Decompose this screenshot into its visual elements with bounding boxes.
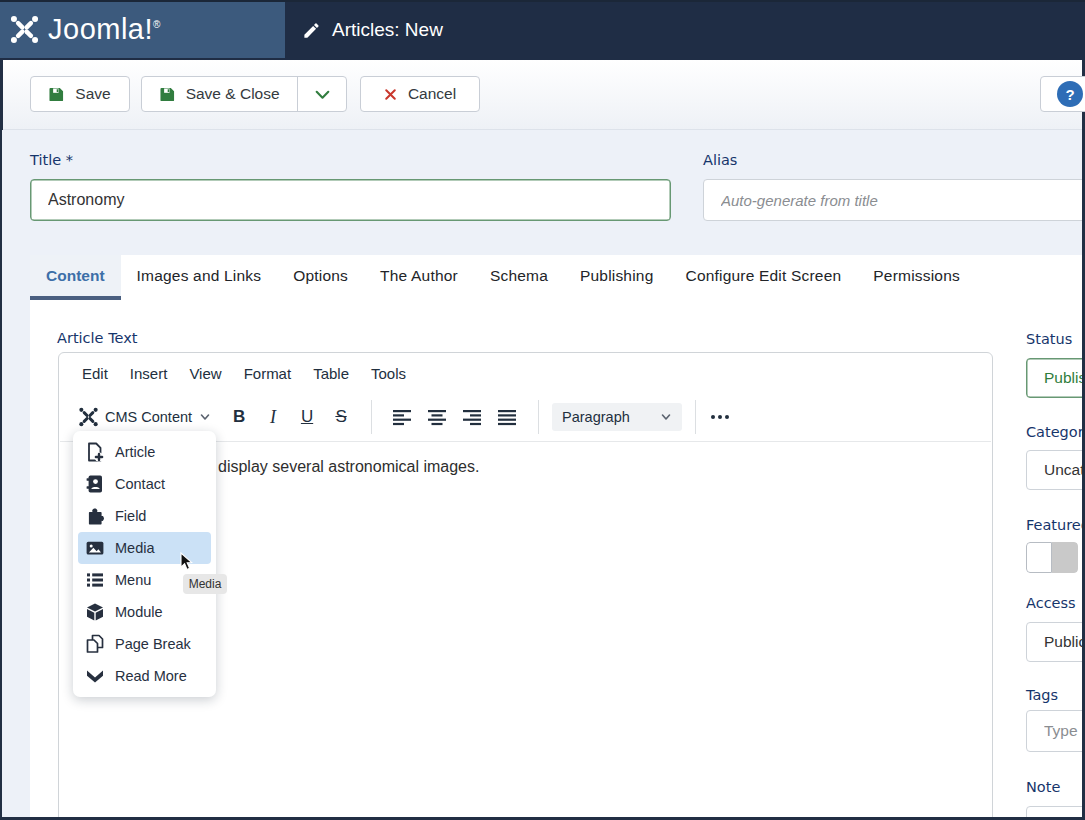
window-frame-top	[0, 0, 1085, 2]
tab-schema[interactable]: Schema	[474, 255, 564, 296]
align-justify-icon[interactable]	[490, 409, 525, 426]
page-title-wrap: Articles: New	[302, 0, 443, 60]
tab-bar: Content Images and Links Options The Aut…	[30, 255, 976, 296]
menu-table[interactable]: Table	[311, 363, 351, 384]
toolbar-separator	[538, 400, 539, 434]
menu-item-article[interactable]: Article	[78, 436, 211, 468]
save-button[interactable]: Save	[30, 76, 130, 112]
category-select[interactable]: Uncategorised	[1026, 450, 1085, 490]
page-title: Articles: New	[332, 19, 443, 41]
chevron-down-icon	[313, 85, 332, 104]
menu-item-module[interactable]: Module	[78, 596, 211, 628]
tags-label: Tags	[1026, 687, 1058, 703]
tab-content[interactable]: Content	[30, 255, 121, 296]
title-label: Title *	[30, 152, 73, 168]
cancel-button[interactable]: Cancel	[360, 76, 480, 112]
article-icon	[84, 442, 106, 462]
tab-options[interactable]: Options	[277, 255, 364, 296]
menu-view[interactable]: View	[187, 363, 223, 384]
editor-menubar: Edit Insert View Format Table Tools	[59, 353, 426, 393]
access-label: Access	[1026, 595, 1076, 611]
save-button-label: Save	[75, 85, 110, 103]
window-frame-left	[0, 130, 2, 820]
toggle-knob	[1026, 542, 1052, 573]
brand-wordmark: Joomla!®	[48, 13, 161, 46]
status-select[interactable]: Published	[1026, 358, 1085, 398]
page-break-icon	[84, 634, 106, 654]
toggle-track	[1052, 542, 1078, 573]
article-text-label: Article Text	[57, 330, 137, 346]
toolbar-separator	[695, 400, 696, 434]
tab-publishing[interactable]: Publishing	[564, 255, 670, 296]
note-label: Note	[1026, 779, 1060, 795]
alias-input[interactable]	[703, 179, 1085, 221]
menu-insert[interactable]: Insert	[128, 363, 170, 384]
contact-icon	[84, 474, 106, 494]
logo-block[interactable]: Joomla!®	[0, 0, 285, 58]
italic-button[interactable]: I	[256, 407, 290, 428]
joomla-icon	[78, 405, 99, 429]
menu-tools[interactable]: Tools	[369, 363, 408, 384]
access-select[interactable]: Public	[1026, 622, 1085, 662]
menu-item-read-more[interactable]: Read More	[78, 660, 211, 692]
chevron-down-icon	[199, 411, 211, 423]
menu-item-contact[interactable]: Contact	[78, 468, 211, 500]
media-tooltip: Media	[183, 574, 227, 594]
save-close-icon	[160, 87, 175, 102]
strikethrough-button[interactable]: S	[324, 407, 358, 427]
align-center-icon[interactable]	[420, 409, 455, 426]
toolbar-separator	[371, 400, 372, 434]
menu-format[interactable]: Format	[242, 363, 294, 384]
alias-label: Alias	[703, 152, 737, 168]
cms-content-button[interactable]: CMS Content	[78, 405, 211, 429]
more-toolbar-icon[interactable]	[711, 415, 729, 419]
align-right-icon[interactable]	[455, 409, 490, 426]
save-icon	[49, 87, 64, 102]
category-label: Category	[1026, 424, 1085, 440]
featured-label: Featured	[1026, 517, 1085, 533]
tab-the-author[interactable]: The Author	[364, 255, 474, 296]
underline-button[interactable]: U	[290, 407, 324, 427]
tab-permissions[interactable]: Permissions	[857, 255, 976, 296]
cancel-x-icon	[384, 88, 397, 101]
title-input[interactable]	[30, 179, 671, 221]
cms-content-dropdown: Article Contact Field Media Menu	[73, 431, 216, 697]
save-options-dropdown-toggle[interactable]	[297, 77, 346, 111]
menu-icon	[84, 570, 106, 590]
save-close-button-group: Save & Close	[141, 76, 347, 112]
save-close-button-label: Save & Close	[186, 85, 280, 103]
cancel-button-label: Cancel	[408, 85, 456, 103]
chevron-down-icon	[660, 411, 672, 423]
joomla-admin-page: Joomla!® Articles: New Save Save & Close	[0, 0, 1085, 820]
status-label: Status	[1026, 331, 1072, 347]
field-icon	[84, 506, 106, 526]
align-left-icon[interactable]	[385, 409, 420, 426]
read-more-icon	[84, 666, 106, 686]
tab-configure-edit-screen[interactable]: Configure Edit Screen	[669, 255, 857, 296]
media-icon	[84, 538, 106, 558]
module-icon	[84, 602, 106, 622]
help-button[interactable]: ?	[1040, 76, 1085, 112]
paragraph-select[interactable]: Paragraph	[552, 403, 682, 431]
window-frame-left	[0, 60, 3, 130]
tags-input[interactable]	[1026, 710, 1085, 752]
action-toolbar: Save Save & Close Cancel ?	[0, 60, 1085, 130]
menu-item-field[interactable]: Field	[78, 500, 211, 532]
tab-images-and-links[interactable]: Images and Links	[121, 255, 278, 296]
active-tab-underline	[30, 296, 121, 300]
featured-toggle[interactable]	[1026, 542, 1078, 573]
bold-button[interactable]: B	[222, 407, 256, 427]
menu-item-page-break[interactable]: Page Break	[78, 628, 211, 660]
menu-edit[interactable]: Edit	[80, 363, 110, 384]
app-header: Joomla!® Articles: New	[0, 0, 1085, 60]
joomla-logo-icon	[9, 14, 40, 45]
editor-content-text[interactable]: display several astronomical images.	[218, 458, 479, 476]
pencil-icon	[302, 21, 321, 40]
help-icon: ?	[1057, 81, 1083, 107]
mouse-cursor	[180, 552, 193, 575]
save-close-button[interactable]: Save & Close	[142, 77, 297, 111]
